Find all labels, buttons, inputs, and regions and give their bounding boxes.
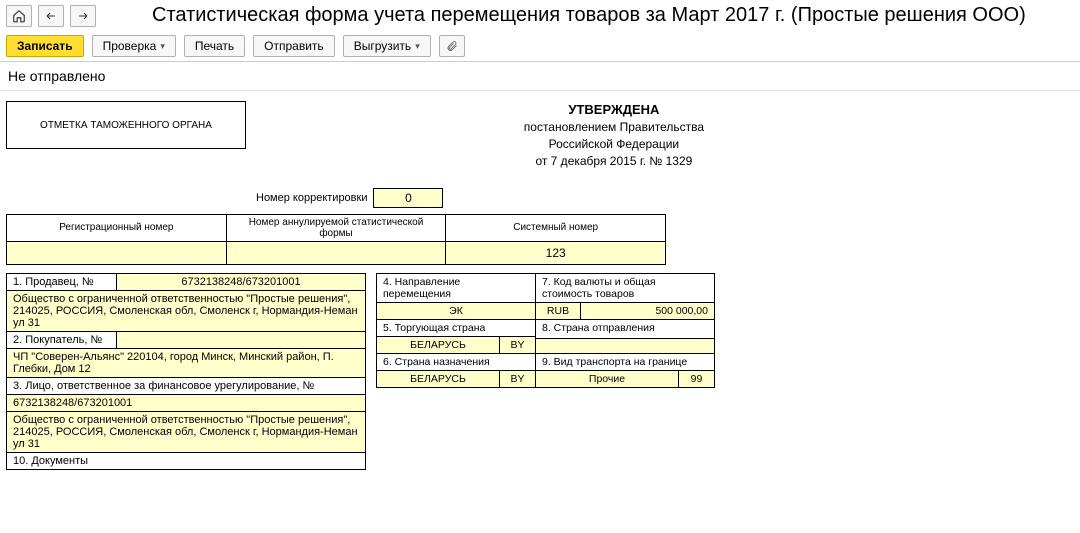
export-label: Выгрузить (354, 39, 412, 53)
documents-hdr: 10. Документы (7, 452, 366, 469)
trade-country-code[interactable]: BY (500, 336, 536, 353)
transport-hdr: 9. Вид транспорта на границе (536, 353, 715, 370)
save-button[interactable]: Записать (6, 35, 84, 57)
val-sys[interactable]: 123 (446, 241, 666, 264)
seller-hdr: 1. Продавец, № (7, 273, 117, 290)
home-button[interactable] (6, 5, 32, 27)
fin-resp-body[interactable]: Общество с ограниченной ответственностью… (7, 411, 366, 452)
back-button[interactable] (38, 5, 64, 27)
attach-button[interactable] (439, 35, 465, 57)
paperclip-icon (446, 39, 458, 53)
fin-resp-num[interactable]: 6732138248/673201001 (7, 394, 366, 411)
approved-line3: Российской Федерации (524, 136, 704, 153)
currency-sum[interactable]: 500 000,00 (581, 302, 715, 319)
trade-country-val[interactable]: БЕЛАРУСЬ (377, 336, 500, 353)
check-label: Проверка (103, 39, 157, 53)
dest-country-val[interactable]: БЕЛАРУСЬ (377, 370, 500, 387)
currency-hdr: 7. Код валюты и общая стоимость товаров (536, 273, 715, 302)
correction-value[interactable]: 0 (373, 188, 443, 208)
transport-val[interactable]: Прочие (536, 370, 679, 387)
trade-country-hdr: 5. Торгующая страна (377, 319, 536, 336)
arrow-right-icon (76, 10, 90, 22)
transport-code[interactable]: 99 (679, 370, 715, 387)
approved-line4: от 7 декабря 2015 г. № 1329 (524, 153, 704, 170)
status-text: Не отправлено (0, 62, 1080, 91)
val-reg[interactable] (7, 241, 227, 264)
check-button[interactable]: Проверка ▾ (92, 35, 176, 57)
chevron-down-icon: ▾ (415, 41, 420, 52)
print-button[interactable]: Печать (184, 35, 245, 57)
registration-table: Регистрационный номер Номер аннулируемой… (6, 214, 666, 265)
chevron-down-icon: ▾ (160, 41, 165, 52)
dest-country-code[interactable]: BY (500, 370, 536, 387)
fin-resp-hdr-label: 3. Лицо, ответственное за финансовое уре… (13, 380, 314, 392)
correction-label: Номер корректировки (256, 192, 367, 204)
fin-resp-hdr: 3. Лицо, ответственное за финансовое уре… (7, 377, 366, 394)
hdr-sys: Системный номер (446, 214, 666, 241)
hdr-annul: Номер аннулируемой статистической формы (226, 214, 446, 241)
val-annul[interactable] (226, 241, 446, 264)
buyer-hdr: 2. Покупатель, № (7, 331, 117, 348)
arrow-left-icon (44, 10, 58, 22)
approved-block: УТВЕРЖДЕНА постановлением Правительства … (524, 101, 704, 170)
left-grid: 1. Продавец, № 6732138248/673201001 Обще… (6, 273, 366, 470)
buyer-body[interactable]: ЧП "Соверен-Альянс" 220104, город Минск,… (7, 348, 366, 377)
buyer-num[interactable] (117, 331, 366, 348)
direction-val[interactable]: ЭК (377, 302, 536, 319)
approved-title: УТВЕРЖДЕНА (524, 101, 704, 119)
send-button[interactable]: Отправить (253, 35, 335, 57)
direction-hdr: 4. Направление перемещения (377, 273, 536, 302)
home-icon (12, 9, 26, 23)
hdr-reg: Регистрационный номер (7, 214, 227, 241)
dispatch-country-val[interactable] (536, 338, 715, 353)
seller-body[interactable]: Общество с ограниченной ответственностью… (7, 290, 366, 331)
customs-stamp-box: ОТМЕТКА ТАМОЖЕННОГО ОРГАНА (6, 101, 246, 149)
approved-line2: постановлением Правительства (524, 119, 704, 136)
page-title: Статистическая форма учета перемещения т… (152, 4, 1026, 27)
seller-num[interactable]: 6732138248/673201001 (117, 273, 366, 290)
currency-code[interactable]: RUB (536, 302, 581, 319)
export-button[interactable]: Выгрузить ▾ (343, 35, 431, 57)
forward-button[interactable] (70, 5, 96, 27)
dispatch-country-hdr: 8. Страна отправления (536, 319, 715, 338)
dest-country-hdr: 6. Страна назначения (377, 353, 536, 370)
